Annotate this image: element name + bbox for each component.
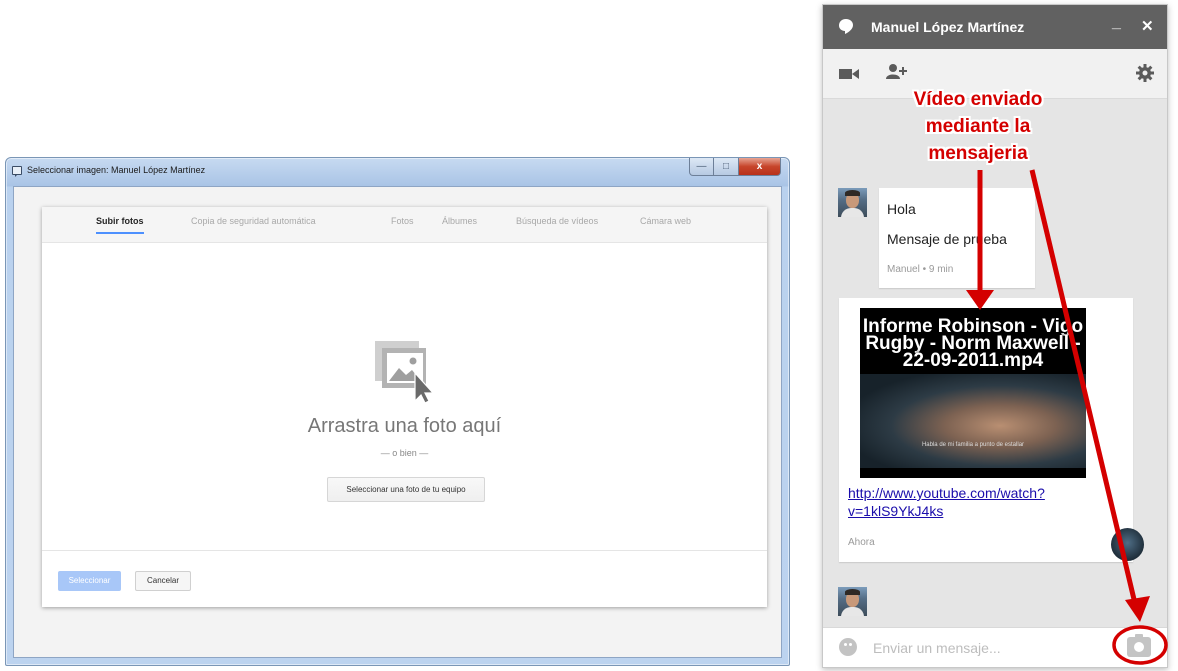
photo-drop-icon bbox=[375, 341, 435, 403]
video-call-icon[interactable] bbox=[837, 62, 861, 84]
picker-tabs: Subir fotos Copia de seguridad automátic… bbox=[42, 207, 767, 243]
video-message-bubble: Informe Robinson - Vigo Rugby - Norm Max… bbox=[839, 298, 1144, 562]
emoji-icon[interactable] bbox=[839, 638, 857, 656]
cancel-button[interactable]: Cancelar bbox=[135, 571, 191, 591]
typing-avatar[interactable] bbox=[838, 587, 867, 616]
drop-title: Arrastra una foto aquí bbox=[307, 415, 502, 437]
video-title: Informe Robinson - Vigo Rugby - Norm Max… bbox=[862, 316, 1084, 371]
hangouts-bubble-icon bbox=[839, 19, 853, 34]
window-client-area: Subir fotos Copia de seguridad automátic… bbox=[13, 186, 782, 658]
or-divider: — o bien — bbox=[380, 448, 429, 458]
tab-fotos[interactable]: Fotos bbox=[391, 207, 414, 243]
tab-busqueda-videos[interactable]: Búsqueda de vídeos bbox=[516, 207, 598, 243]
add-person-icon[interactable] bbox=[885, 62, 909, 84]
tab-subir-fotos[interactable]: Subir fotos bbox=[96, 207, 144, 243]
contact-name: Manuel López Martínez bbox=[871, 19, 1025, 35]
settings-icon[interactable] bbox=[1133, 62, 1157, 84]
tab-albumes[interactable]: Álbumes bbox=[442, 207, 477, 243]
window-title: Seleccionar imagen: Manuel López Martíne… bbox=[27, 165, 206, 175]
select-image-window: Seleccionar imagen: Manuel López Martíne… bbox=[5, 157, 790, 666]
window-controls: — □ x bbox=[689, 158, 781, 176]
close-button[interactable]: x bbox=[739, 158, 781, 176]
message-bubble: Hola Mensaje de prueba Manuel • 9 min bbox=[879, 188, 1035, 288]
message-line: Hola bbox=[887, 201, 916, 217]
message-line: Mensaje de prueba bbox=[887, 231, 1007, 247]
dialog-footer: Seleccionar Cancelar bbox=[42, 550, 767, 607]
camera-icon[interactable] bbox=[1127, 634, 1151, 657]
photo-picker-panel: Subir fotos Copia de seguridad automátic… bbox=[42, 207, 767, 607]
message-time: Ahora bbox=[848, 537, 875, 548]
sender-avatar[interactable] bbox=[1111, 528, 1144, 561]
video-subtitle: Habla de mi familia a punto de estallar bbox=[921, 442, 1025, 448]
message-meta: Manuel • 9 min bbox=[887, 264, 954, 275]
maximize-button[interactable]: □ bbox=[714, 158, 739, 176]
window-titlebar[interactable]: Seleccionar imagen: Manuel López Martíne… bbox=[6, 158, 789, 186]
tab-camara-web[interactable]: Cámara web bbox=[640, 207, 691, 243]
select-from-computer-button[interactable]: Seleccionar una foto de tu equipo bbox=[327, 477, 485, 502]
tab-copia-seguridad[interactable]: Copia de seguridad automática bbox=[191, 207, 316, 243]
message-input[interactable] bbox=[871, 637, 1091, 659]
chat-app-icon bbox=[12, 166, 22, 177]
contact-avatar[interactable] bbox=[838, 188, 867, 217]
chat-minimize-button[interactable]: _ bbox=[1112, 14, 1121, 32]
annotation-text: Vídeo enviado mediante la mensajeria bbox=[913, 89, 1043, 164]
video-frame-image bbox=[860, 374, 1086, 468]
message-composer bbox=[823, 627, 1167, 667]
video-link[interactable]: http://www.youtube.com/watch?v=1klS9YkJ4… bbox=[848, 484, 1098, 520]
chat-header[interactable]: Manuel López Martínez _ ✕ bbox=[823, 5, 1167, 49]
video-thumbnail[interactable]: Informe Robinson - Vigo Rugby - Norm Max… bbox=[860, 308, 1086, 478]
minimize-button[interactable]: — bbox=[689, 158, 714, 176]
chat-close-button[interactable]: ✕ bbox=[1141, 17, 1154, 35]
drop-zone[interactable]: Arrastra una foto aquí — o bien — Selecc… bbox=[42, 244, 767, 548]
select-button[interactable]: Seleccionar bbox=[58, 571, 121, 591]
